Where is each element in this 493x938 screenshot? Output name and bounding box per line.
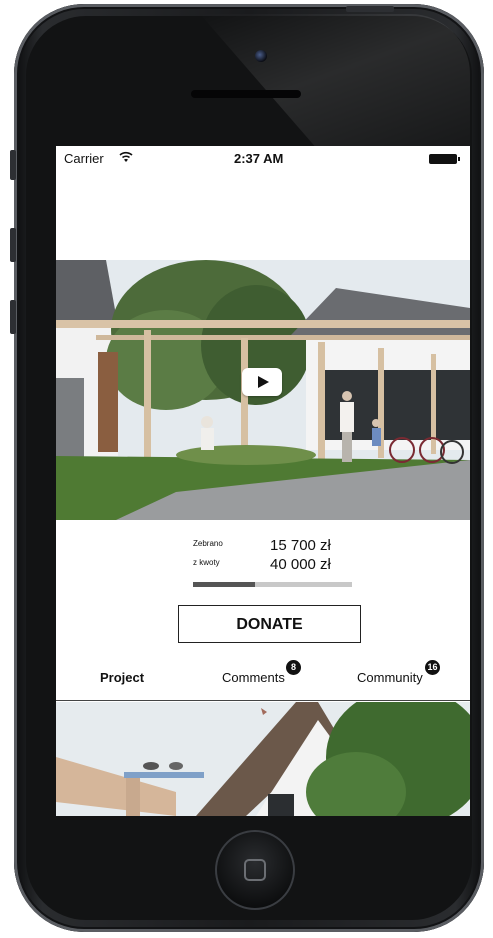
raised-label: Zebrano xyxy=(193,539,223,548)
goal-amount: 40 000 zł xyxy=(270,556,331,573)
mute-switch xyxy=(10,150,16,180)
carrier-label: Carrier xyxy=(64,151,104,166)
tab-community[interactable]: Community xyxy=(357,670,423,685)
wifi-icon xyxy=(119,151,133,162)
comments-count-badge: 8 xyxy=(286,660,301,675)
donate-button[interactable]: DONATE xyxy=(178,605,361,643)
goal-label: z kwoty xyxy=(193,558,220,567)
project-hero-image xyxy=(56,260,470,520)
tab-comments[interactable]: Comments xyxy=(222,670,285,685)
community-count-badge: 16 xyxy=(425,660,440,675)
power-button xyxy=(346,6,394,12)
tab-community-label: Community xyxy=(357,670,423,685)
volume-up-button xyxy=(10,228,16,262)
video-play-button[interactable] xyxy=(242,368,282,396)
tab-project[interactable]: Project xyxy=(100,670,144,685)
battery-icon xyxy=(429,154,460,164)
status-bar: Carrier 2:37 AM xyxy=(56,146,470,170)
home-square-icon xyxy=(244,859,266,881)
funding-progress-bar xyxy=(193,582,352,587)
project-gallery-image xyxy=(56,702,470,816)
funding-progress-fill xyxy=(193,582,255,587)
project-tabs: Project Comments 8 Community 16 xyxy=(56,656,470,701)
home-button[interactable] xyxy=(215,830,295,910)
raised-amount: 15 700 zł xyxy=(270,537,331,554)
volume-down-button xyxy=(10,300,16,334)
earpiece-speaker xyxy=(191,90,301,98)
tab-project-label: Project xyxy=(100,670,145,685)
front-camera xyxy=(255,50,267,62)
status-time: 2:37 AM xyxy=(234,151,284,166)
house-detail-illustration xyxy=(56,702,470,816)
tab-comments-label: Comments xyxy=(222,670,285,685)
app-screen: Carrier 2:37 AM Zebrano 15 700 zł z kwot… xyxy=(56,146,470,816)
